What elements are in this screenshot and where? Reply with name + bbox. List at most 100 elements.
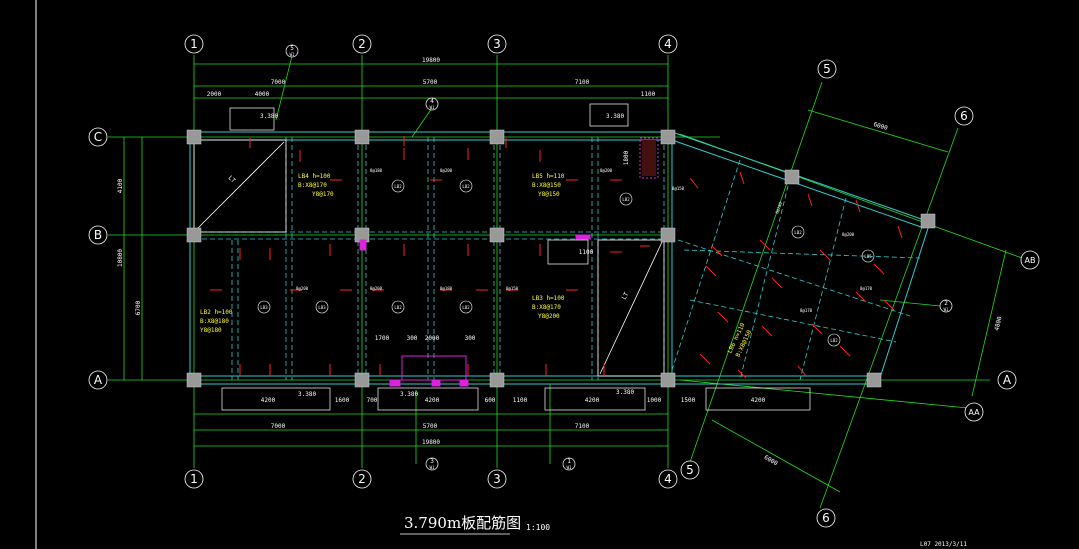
level-tag-4: 3.380	[400, 391, 418, 398]
axis-label-b: B	[94, 228, 102, 242]
rebar-tick	[839, 345, 851, 357]
dim-top-span-2: 5700	[423, 79, 438, 86]
rebar-tick	[807, 193, 813, 207]
rebar-tick	[873, 263, 885, 275]
rebar-tick	[689, 177, 699, 189]
rebar-tag-8: 8@150	[506, 286, 519, 291]
dim-bottom-sub-9: 1500	[681, 397, 696, 404]
beam-outline	[189, 131, 931, 385]
rebar-tag-7: 8@180	[440, 286, 453, 291]
rebar-tick	[717, 311, 729, 323]
axis-label-4-bottom: 4	[664, 472, 672, 486]
axis-grid	[108, 55, 1023, 509]
dim-top-total: 19800	[422, 57, 440, 64]
dim-bottom-sub-6: 1100	[513, 397, 528, 404]
slab-tag-2: LB2	[462, 184, 470, 189]
dim-bottom-span-2: 5700	[423, 423, 438, 430]
dim-misc-4: 300	[465, 335, 476, 342]
rebar-tick	[855, 199, 861, 213]
slab-note-lb2-line1: LB2 h=100	[200, 309, 233, 316]
slab-tag-4: LB3	[260, 305, 268, 310]
dim-bottom-span-1: 7000	[271, 423, 286, 430]
slab-tag-5: LB3	[318, 305, 326, 310]
rebar-tick	[797, 365, 807, 377]
detail-5: 5	[290, 45, 294, 52]
slab-note-lb5-line3: Y8@150	[538, 191, 560, 198]
dim-bottom-sub-3: 700	[367, 397, 378, 404]
level-tag-5: 3.380	[616, 389, 634, 396]
dim-misc-3: 2000	[425, 335, 440, 342]
axis-label-5-top: 5	[823, 62, 831, 76]
slab-note-lb5-line2: B:X8@150	[532, 182, 561, 189]
opening-tag-1: LT	[227, 174, 237, 184]
rebar-tag-6: 8@200	[370, 286, 383, 291]
level-tag-3: 3.380	[298, 391, 316, 398]
rebar-tag-3: 8@200	[600, 168, 613, 173]
detail-1: 1	[567, 458, 571, 465]
rebar-tag-11: 8@170	[860, 286, 873, 291]
detail-2-sub: W1	[944, 307, 949, 312]
rebar-tick	[739, 171, 745, 185]
axis-label-a-left: A	[94, 373, 103, 387]
rebar-tag-10: 8@200	[842, 232, 855, 237]
slab-tag-3: LB2	[622, 197, 630, 202]
dim-misc-2: 300	[407, 335, 418, 342]
slab-note-lb2-line2: B:X8@180	[200, 318, 229, 325]
axis-bubbles	[88, 34, 1040, 528]
dim-misc-6: 1800	[623, 150, 630, 165]
dim-bottom-total: 19800	[422, 439, 440, 446]
dim-misc-1: 1700	[375, 335, 390, 342]
axis-label-ab: AB	[1025, 256, 1036, 265]
dim-bottom-sub-8: 1000	[647, 397, 662, 404]
hatched-shaft	[642, 140, 656, 176]
axis-label-5-bottom: 5	[686, 463, 694, 477]
rebar-tag-1: 8@180	[370, 168, 383, 173]
slab-tag-7: LB2	[462, 305, 470, 310]
columns	[186, 129, 936, 388]
dim-bottom-sub-2: 1600	[335, 397, 350, 404]
rebar-tick	[855, 291, 867, 303]
dim-bottom-span-3: 7100	[575, 423, 590, 430]
dim-left-2: 6700	[135, 300, 142, 315]
dim-top-sub-1: 2000	[207, 91, 222, 98]
axis-label-c: C	[94, 130, 102, 144]
detail-bubbles	[285, 44, 953, 471]
slab-note-lb3-line2: B:X8@170	[532, 304, 561, 311]
axis-label-1-bottom: 1	[190, 472, 198, 486]
dim-bottom-sub-10: 4200	[751, 397, 766, 404]
slab-note-lb6: LB6 h=110 B:X8@150	[726, 322, 753, 359]
detail-3: 3	[430, 458, 434, 465]
slab-note-lb5-line1: LB5 h=110	[532, 173, 565, 180]
slab-note-lb3-line3: Y8@200	[538, 313, 560, 320]
opening-tag-2: LT	[621, 291, 631, 301]
slab-note-lb3-line1: LB3 h=100	[532, 295, 565, 302]
detail-5-sub: W1	[290, 52, 295, 57]
rebar-tag-2: 8@200	[440, 168, 453, 173]
axis-label-6-bottom: 6	[822, 511, 830, 525]
rebar-tick	[771, 277, 783, 289]
dim-top-span-3: 7100	[575, 79, 590, 86]
axis-label-3-bottom: 3	[493, 472, 501, 486]
slab-note-lb3: LB3 h=100 B:X8@170 Y8@200	[532, 295, 565, 320]
rebar-tick	[699, 353, 711, 365]
dim-skew-right: 4800	[994, 315, 1004, 331]
slab-note-lb2-line3: Y8@180	[200, 327, 222, 334]
slab-note-lb4: LB4 h=100 B:X8@170 Y8@170	[298, 173, 334, 198]
detail-1-sub: W1	[567, 465, 572, 470]
slab-tag-8: LB2	[794, 230, 802, 235]
slab-note-lb4-line2: B:X8@170	[298, 182, 327, 189]
drawing-title: 3.790m板配筋图	[404, 514, 521, 532]
structural-drawing: LT LT 1 2 3 4 1 2 3 4 C B A A 5 6 5 6 AB…	[35, 0, 1040, 549]
rebar-tick	[897, 225, 903, 239]
axis-label-3-top: 3	[493, 37, 501, 51]
level-tag-2: 3.380	[606, 113, 624, 120]
axis-label-aa: AA	[968, 408, 980, 417]
dim-top-sub-3: 1100	[641, 91, 656, 98]
rebar-tag-4: 8@150	[672, 186, 685, 191]
slab-tag-1: LB2	[394, 184, 402, 189]
rebar-tick	[705, 265, 717, 277]
rebar-tick	[759, 239, 771, 251]
dim-top-span-1: 7000	[271, 79, 286, 86]
rebar-tick	[761, 325, 773, 337]
axis-label-2-top: 2	[358, 37, 366, 51]
